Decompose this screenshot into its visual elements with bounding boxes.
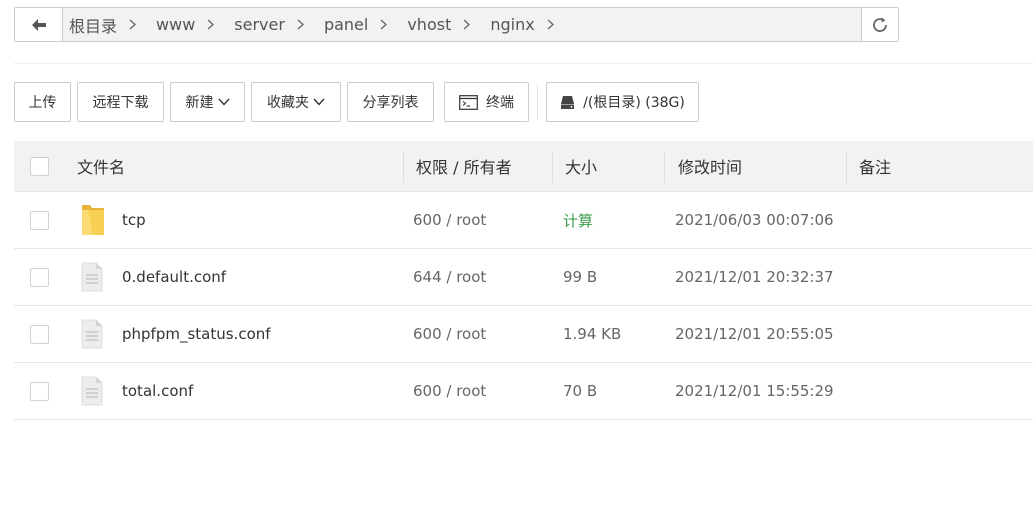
terminal-icon (459, 94, 478, 110)
back-button[interactable] (15, 8, 63, 41)
column-divider (846, 151, 847, 183)
breadcrumb-label: panel (323, 15, 369, 34)
file-perm[interactable]: 600 / root (413, 363, 486, 419)
file-perm[interactable]: 644 / root (413, 249, 486, 305)
new-label: 新建 (185, 95, 214, 111)
refresh-icon (873, 17, 887, 32)
column-divider (664, 151, 665, 183)
file-table: 文件名 权限 / 所有者 大小 修改时间 备注 tcp 600 / root 计… (14, 141, 1033, 420)
table-row[interactable]: 0.default.conf 644 / root 99 B 2021/12/0… (14, 249, 1033, 306)
header-name[interactable]: 文件名 (77, 141, 125, 191)
share-list-label: 分享列表 (362, 95, 419, 111)
upload-label: 上传 (28, 95, 57, 111)
breadcrumb-label: nginx (490, 15, 535, 34)
file-name[interactable]: total.conf (122, 363, 193, 419)
breadcrumb-item-server[interactable]: server (234, 15, 324, 34)
share-list-button[interactable]: 分享列表 (347, 82, 434, 122)
file-icon (80, 376, 104, 406)
header-note: 备注 (859, 158, 892, 177)
calculate-size-label: 计算 (563, 211, 594, 230)
disk-label: /(根目录) (38G) (583, 95, 685, 111)
remote-download-label: 远程下载 (92, 95, 149, 111)
chevron-right-icon (380, 19, 388, 30)
header-size[interactable]: 大小 (565, 141, 597, 191)
file-name[interactable]: phpfpm_status.conf (122, 306, 271, 362)
breadcrumb: 根目录 www server panel vhost nginx (63, 8, 861, 41)
header-perm[interactable]: 权限 / 所有者 (416, 141, 512, 191)
table-row[interactable]: total.conf 600 / root 70 B 2021/12/01 15… (14, 363, 1033, 420)
row-checkbox[interactable] (30, 211, 49, 230)
disk-button[interactable]: /(根目录) (38G) (546, 82, 699, 122)
chevron-right-icon (463, 19, 471, 30)
file-name[interactable]: tcp (122, 192, 146, 248)
breadcrumb-label: vhost (407, 15, 452, 34)
chevron-down-icon (217, 98, 230, 106)
file-mtime: 2021/12/01 20:32:37 (675, 268, 834, 286)
file-mtime: 2021/12/01 20:55:05 (675, 325, 834, 343)
calculate-size-link[interactable]: 计算 (563, 192, 593, 248)
row-checkbox[interactable] (30, 268, 49, 287)
upload-button[interactable]: 上传 (14, 82, 71, 122)
terminal-button[interactable]: 终端 (444, 82, 529, 122)
refresh-button[interactable] (861, 8, 898, 41)
remote-download-button[interactable]: 远程下载 (77, 82, 164, 122)
folder-icon (80, 202, 106, 238)
hard-drive-icon (560, 95, 575, 110)
file-icon (80, 262, 104, 292)
breadcrumb-item-root[interactable]: 根目录 (69, 13, 156, 37)
breadcrumb-label: www (156, 15, 196, 34)
file-size: 99 B (563, 268, 598, 286)
chevron-right-icon (297, 19, 304, 30)
chevron-right-icon (207, 19, 215, 30)
terminal-label: 终端 (486, 95, 514, 111)
file-icon (80, 319, 104, 349)
header-mtime[interactable]: 修改时间 (678, 141, 742, 191)
file-perm[interactable]: 600 / root (413, 306, 486, 362)
column-divider (403, 151, 404, 183)
divider (14, 63, 1033, 64)
file-size: 1.94 KB (563, 325, 622, 343)
file-name[interactable]: 0.default.conf (122, 249, 226, 305)
table-row[interactable]: phpfpm_status.conf 600 / root 1.94 KB 20… (14, 306, 1033, 363)
new-button[interactable]: 新建 (170, 82, 245, 122)
path-bar: 根目录 www server panel vhost nginx (14, 7, 899, 42)
file-mtime: 2021/12/01 15:55:29 (675, 382, 834, 400)
breadcrumb-item-vhost[interactable]: vhost (407, 15, 490, 34)
breadcrumb-label: 根目录 (69, 16, 118, 36)
file-perm[interactable]: 600 / root (413, 192, 486, 248)
row-checkbox[interactable] (30, 325, 49, 344)
file-mtime: 2021/06/03 00:07:06 (675, 211, 834, 229)
table-header: 文件名 权限 / 所有者 大小 修改时间 备注 (14, 141, 1033, 192)
breadcrumb-label: server (234, 15, 285, 34)
select-all-checkbox[interactable] (30, 157, 49, 176)
favorites-label: 收藏夹 (267, 95, 309, 111)
chevron-right-icon (129, 19, 136, 30)
breadcrumb-item-panel[interactable]: panel (324, 15, 407, 34)
column-divider (552, 151, 553, 183)
file-size: 70 B (563, 382, 598, 400)
favorites-button[interactable]: 收藏夹 (251, 82, 341, 122)
table-row[interactable]: tcp 600 / root 计算 2021/06/03 00:07:06 (14, 192, 1033, 249)
breadcrumb-item-www[interactable]: www (156, 15, 234, 34)
chevron-down-icon (313, 98, 325, 106)
breadcrumb-item-nginx[interactable]: nginx (490, 15, 573, 34)
chevron-right-icon (547, 19, 554, 30)
toolbar-divider (537, 84, 538, 120)
arrow-left-icon (31, 18, 46, 31)
row-checkbox[interactable] (30, 382, 49, 401)
